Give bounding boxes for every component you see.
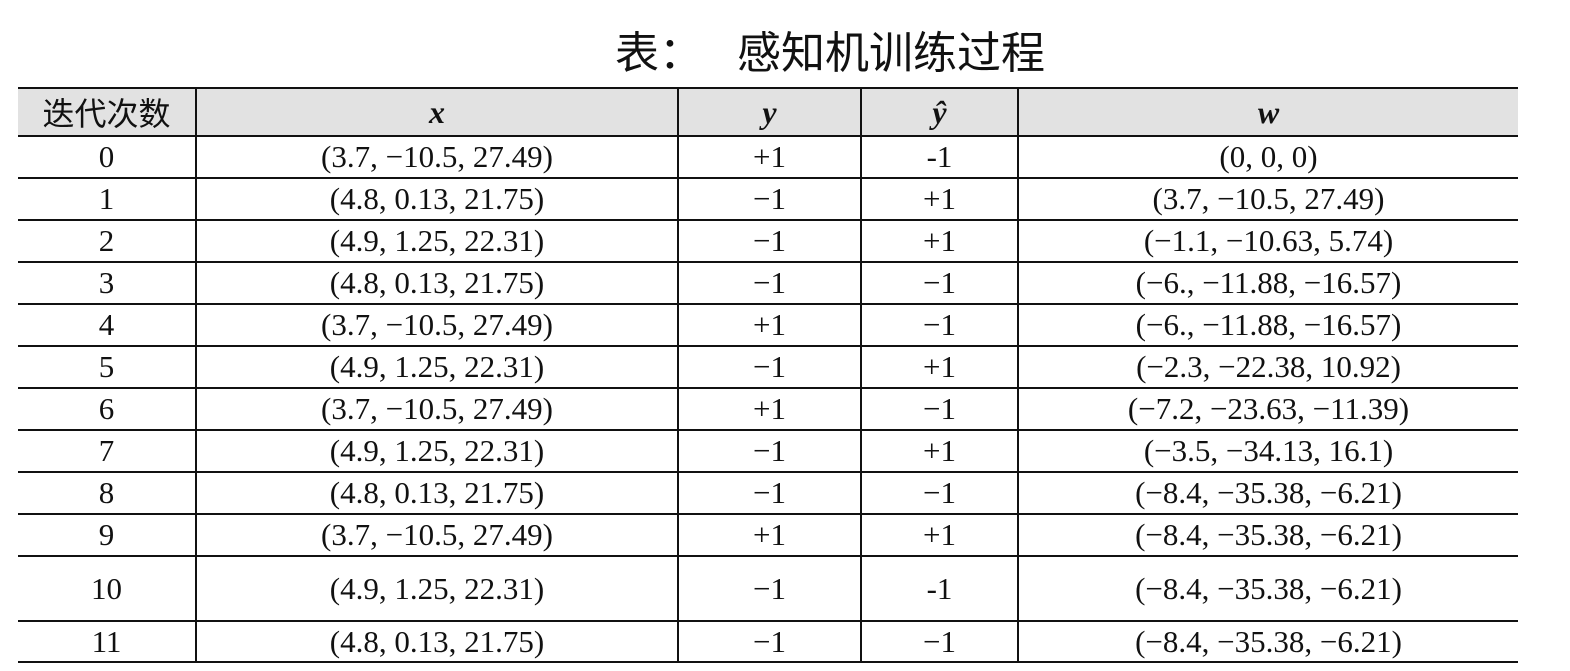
cell-w: (−6., −11.88, −16.57) [1017, 304, 1518, 347]
cell-iteration: 8 [18, 472, 197, 515]
cell-y: −1 [677, 220, 862, 263]
table-caption: 表： 感知机训练过程 [0, 22, 1570, 86]
cell-x: (4.8, 0.13, 21.75) [195, 621, 679, 663]
cell-y-hat: −1 [860, 388, 1019, 431]
cell-y-hat: +1 [860, 514, 1019, 557]
cell-iteration: 2 [18, 220, 197, 263]
cell-w: (−6., −11.88, −16.57) [1017, 262, 1518, 305]
cell-iteration: 6 [18, 388, 197, 431]
caption-title: 感知机训练过程 [737, 28, 1045, 79]
cell-w: (0, 0, 0) [1017, 136, 1518, 179]
cell-w: (−3.5, −34.13, 16.1) [1017, 430, 1518, 473]
header-row: 迭代次数 x y ŷ w [18, 87, 1518, 137]
header-x: x [195, 87, 679, 137]
cell-y: +1 [677, 304, 862, 347]
cell-y-hat: +1 [860, 220, 1019, 263]
cell-iteration: 3 [18, 262, 197, 305]
perceptron-training-table: 迭代次数 x y ŷ w 0 (3.7, −10.5, 27.49) +1 -1… [18, 87, 1518, 663]
header-y: y [677, 87, 862, 137]
cell-w: (−7.2, −23.63, −11.39) [1017, 388, 1518, 431]
cell-y: −1 [677, 472, 862, 515]
cell-x: (4.9, 1.25, 22.31) [195, 346, 679, 389]
cell-iteration: 4 [18, 304, 197, 347]
cell-x: (3.7, −10.5, 27.49) [195, 514, 679, 557]
cell-x: (4.9, 1.25, 22.31) [195, 430, 679, 473]
cell-w: (−2.3, −22.38, 10.92) [1017, 346, 1518, 389]
table-row: 10 (4.9, 1.25, 22.31) −1 -1 (−8.4, −35.3… [18, 556, 1518, 622]
cell-y: +1 [677, 514, 862, 557]
cell-y: −1 [677, 178, 862, 221]
cell-iteration: 0 [18, 136, 197, 179]
cell-y-hat: +1 [860, 178, 1019, 221]
header-iteration: 迭代次数 [18, 87, 197, 137]
cell-iteration: 7 [18, 430, 197, 473]
cell-y-hat: +1 [860, 346, 1019, 389]
cell-y-hat: +1 [860, 430, 1019, 473]
cell-w: (−8.4, −35.38, −6.21) [1017, 514, 1518, 557]
cell-x: (4.8, 0.13, 21.75) [195, 472, 679, 515]
cell-y-hat: −1 [860, 262, 1019, 305]
cell-y-hat: -1 [860, 136, 1019, 179]
table-row: 5 (4.9, 1.25, 22.31) −1 +1 (−2.3, −22.38… [18, 346, 1518, 389]
table-row: 11 (4.8, 0.13, 21.75) −1 −1 (−8.4, −35.3… [18, 621, 1518, 663]
table-row: 1 (4.8, 0.13, 21.75) −1 +1 (3.7, −10.5, … [18, 178, 1518, 221]
cell-w: (−8.4, −35.38, −6.21) [1017, 621, 1518, 663]
cell-y-hat: −1 [860, 472, 1019, 515]
cell-y-hat: −1 [860, 621, 1019, 663]
cell-iteration: 9 [18, 514, 197, 557]
cell-y-hat: −1 [860, 304, 1019, 347]
table-row: 6 (3.7, −10.5, 27.49) +1 −1 (−7.2, −23.6… [18, 388, 1518, 431]
cell-x: (4.9, 1.25, 22.31) [195, 220, 679, 263]
table-row: 3 (4.8, 0.13, 21.75) −1 −1 (−6., −11.88,… [18, 262, 1518, 305]
cell-y: −1 [677, 621, 862, 663]
cell-iteration: 1 [18, 178, 197, 221]
header-y-hat: ŷ [860, 87, 1019, 137]
cell-w: (−8.4, −35.38, −6.21) [1017, 556, 1518, 622]
cell-y: −1 [677, 262, 862, 305]
cell-x: (4.8, 0.13, 21.75) [195, 178, 679, 221]
cell-w: (3.7, −10.5, 27.49) [1017, 178, 1518, 221]
cell-iteration: 5 [18, 346, 197, 389]
cell-y-hat: -1 [860, 556, 1019, 622]
cell-y: +1 [677, 388, 862, 431]
cell-y: −1 [677, 430, 862, 473]
table-row: 0 (3.7, −10.5, 27.49) +1 -1 (0, 0, 0) [18, 136, 1518, 179]
cell-x: (4.9, 1.25, 22.31) [195, 556, 679, 622]
cell-x: (3.7, −10.5, 27.49) [195, 304, 679, 347]
cell-iteration: 10 [18, 556, 197, 622]
caption-label: 表： [615, 28, 703, 79]
cell-w: (−8.4, −35.38, −6.21) [1017, 472, 1518, 515]
table-row: 4 (3.7, −10.5, 27.49) +1 −1 (−6., −11.88… [18, 304, 1518, 347]
cell-y: +1 [677, 136, 862, 179]
header-w: w [1017, 87, 1518, 137]
table-row: 8 (4.8, 0.13, 21.75) −1 −1 (−8.4, −35.38… [18, 472, 1518, 515]
cell-y: −1 [677, 346, 862, 389]
cell-y: −1 [677, 556, 862, 622]
cell-w: (−1.1, −10.63, 5.74) [1017, 220, 1518, 263]
cell-x: (3.7, −10.5, 27.49) [195, 136, 679, 179]
cell-x: (3.7, −10.5, 27.49) [195, 388, 679, 431]
cell-x: (4.8, 0.13, 21.75) [195, 262, 679, 305]
table-row: 2 (4.9, 1.25, 22.31) −1 +1 (−1.1, −10.63… [18, 220, 1518, 263]
table-row: 9 (3.7, −10.5, 27.49) +1 +1 (−8.4, −35.3… [18, 514, 1518, 557]
table-row: 7 (4.9, 1.25, 22.31) −1 +1 (−3.5, −34.13… [18, 430, 1518, 473]
cell-iteration: 11 [18, 621, 197, 663]
